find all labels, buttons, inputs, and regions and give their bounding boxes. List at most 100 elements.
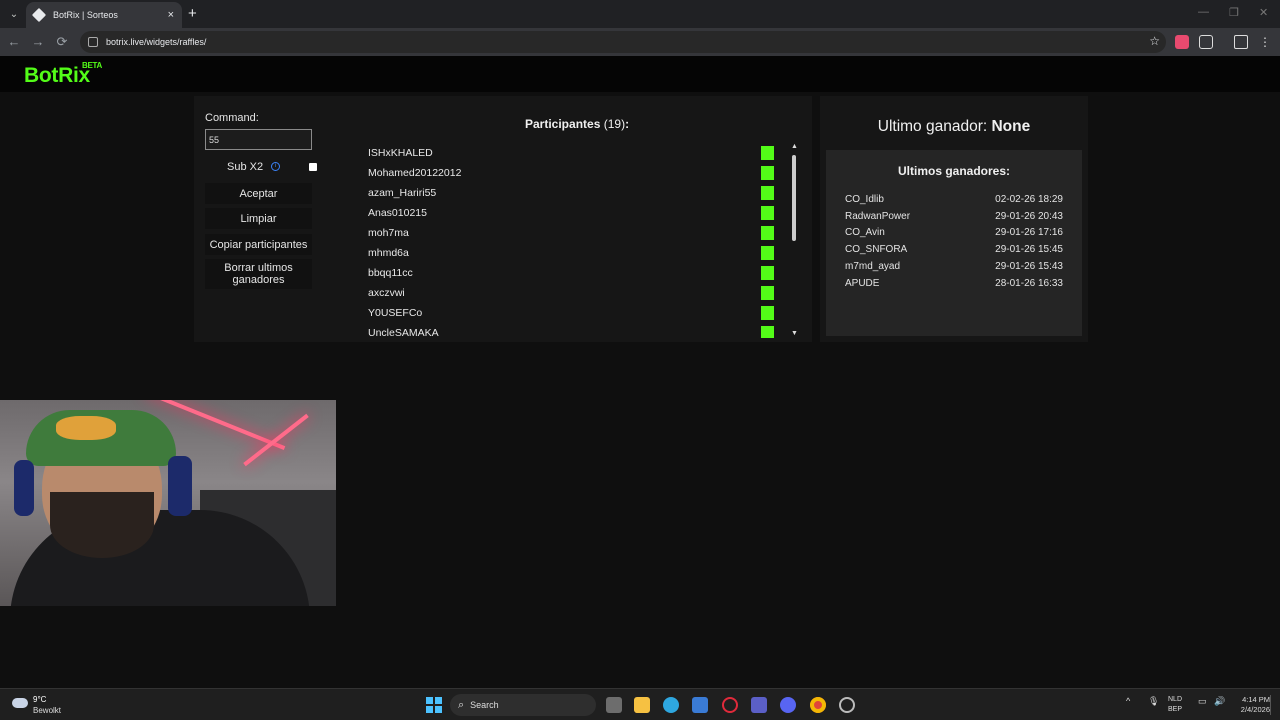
task-view-icon[interactable] <box>606 697 622 713</box>
clear-button[interactable]: Limpiar <box>205 208 312 229</box>
scroll-up-arrow-icon[interactable]: ▲ <box>791 143 798 150</box>
winner-date: 29-01-26 15:45 <box>995 244 1063 256</box>
discord-icon[interactable] <box>780 697 796 713</box>
participant-row[interactable]: mhmd6a <box>352 243 782 263</box>
participants-title: Participantes (19): <box>525 117 629 131</box>
kick-platform-icon <box>761 226 774 240</box>
participant-row[interactable]: azam_Hariri55 <box>352 183 782 203</box>
reload-button[interactable]: ⟳ <box>54 34 70 50</box>
participant-row[interactable]: Mohamed20122012 <box>352 163 782 183</box>
browser-tab[interactable]: BotRix | Sorteos × <box>26 2 182 28</box>
kick-platform-icon <box>761 266 774 280</box>
bookmark-star-icon[interactable]: ☆ <box>1149 34 1160 48</box>
participants-list[interactable]: ISHxKHALED Mohamed20122012 azam_Hariri55 An… <box>352 143 782 338</box>
botrix-logo[interactable]: BotRix BETA <box>24 61 102 88</box>
keyboard-layout: BEP <box>1168 706 1183 713</box>
kick-platform-icon <box>761 326 774 338</box>
info-icon[interactable]: i <box>271 162 280 171</box>
profile-icon[interactable] <box>1234 35 1248 49</box>
participant-name: azam_Hariri55 <box>368 187 437 199</box>
cap-pattern <box>56 416 116 440</box>
opera-icon[interactable] <box>722 697 738 713</box>
winner-date: 29-01-26 20:43 <box>995 210 1063 222</box>
sub-x2-checkbox[interactable] <box>309 163 317 171</box>
tab-list-button[interactable]: ⌄ <box>6 6 22 22</box>
participant-name: axczvwi <box>368 287 405 299</box>
last-winner-heading: Ultimo ganador: None <box>820 118 1088 136</box>
back-button[interactable]: ← <box>6 34 22 49</box>
app-icon[interactable] <box>751 697 767 713</box>
new-tab-button[interactable]: + <box>188 5 197 22</box>
menu-dots-icon[interactable]: ⋮ <box>1258 35 1272 49</box>
system-clock[interactable]: 4:14 PM 2/4/2026 <box>1230 695 1270 715</box>
taskbar-search[interactable]: ⌕ Search <box>450 694 596 716</box>
network-icon[interactable]: ▭ <box>1198 696 1207 707</box>
accept-button[interactable]: Aceptar <box>205 183 312 204</box>
logo-beta-badge: BETA <box>82 61 102 70</box>
clear-winners-button[interactable]: Borrar ultimos ganadores <box>205 259 312 289</box>
participants-scrollbar[interactable]: ▲ ▼ <box>789 143 799 337</box>
language-code: NLD <box>1168 696 1183 703</box>
winner-name: CO_SNFORA <box>845 244 908 256</box>
raffle-panel: Command: Sub X2 i Aceptar Limpiar Copiar… <box>194 96 812 342</box>
kick-platform-icon <box>761 286 774 300</box>
winner-date: 29-01-26 17:16 <box>995 227 1063 239</box>
chrome-icon[interactable] <box>810 697 826 713</box>
winner-name: APUDE <box>845 277 880 289</box>
minimize-button[interactable]: — <box>1198 6 1209 18</box>
kick-platform-icon <box>761 206 774 220</box>
store-icon[interactable] <box>692 697 708 713</box>
scroll-thumb[interactable] <box>792 155 796 241</box>
search-label: Search <box>470 700 499 710</box>
participant-name: UncleSAMAKA <box>368 327 439 338</box>
file-explorer-icon[interactable] <box>634 697 650 713</box>
forward-button[interactable]: → <box>30 34 46 49</box>
weather-condition[interactable]: Bewolkt <box>33 706 61 715</box>
winner-row: CO_Idlib 02-02-26 18:29 <box>845 194 1063 210</box>
participant-row[interactable]: bbqq11cc <box>352 263 782 283</box>
last-winner-value: None <box>991 118 1031 135</box>
participant-row[interactable]: axczvwi <box>352 283 782 303</box>
obs-icon[interactable] <box>839 697 855 713</box>
clock-date: 2/4/2026 <box>1240 705 1270 714</box>
windows-start-icon[interactable] <box>426 697 442 713</box>
kick-platform-icon <box>761 306 774 320</box>
participant-name: mhmd6a <box>368 247 409 259</box>
command-label: Command: <box>205 112 259 124</box>
participant-row[interactable]: UncleSAMAKA <box>352 323 782 338</box>
tab-title: BotRix | Sorteos <box>53 10 118 20</box>
participant-row[interactable]: moh7ma <box>352 223 782 243</box>
participant-name: bbqq11cc <box>368 267 413 279</box>
show-desktop-button[interactable] <box>1270 695 1276 715</box>
scroll-down-arrow-icon[interactable]: ▼ <box>791 330 798 337</box>
tab-close-icon[interactable]: × <box>168 9 174 21</box>
winner-date: 29-01-26 15:43 <box>995 260 1063 272</box>
kick-platform-icon <box>761 186 774 200</box>
command-input[interactable] <box>205 129 312 150</box>
weather-cloud-icon[interactable] <box>12 698 28 708</box>
streamer-beard <box>50 492 154 558</box>
participant-row[interactable]: Anas010215 <box>352 203 782 223</box>
tray-overflow-icon[interactable]: ^ <box>1126 696 1130 706</box>
maximize-button[interactable]: ❐ <box>1229 6 1239 19</box>
copy-participants-button[interactable]: Copiar participantes <box>205 234 312 255</box>
kick-platform-icon <box>761 246 774 260</box>
recent-winners-box: Ultimos ganadores: CO_Idlib 02-02-26 18:2… <box>826 150 1082 336</box>
site-info-icon[interactable] <box>88 37 98 47</box>
extension-icon[interactable] <box>1175 35 1189 49</box>
participant-row[interactable]: ISHxKHALED <box>352 143 782 163</box>
participants-title-text: Participantes <box>525 117 601 131</box>
weather-temp[interactable]: 9°C <box>33 695 46 704</box>
edge-icon[interactable] <box>663 697 679 713</box>
address-bar[interactable]: botrix.live/widgets/raffles/ ☆ <box>80 31 1166 53</box>
winner-row: RadwanPower 29-01-26 20:43 <box>845 211 1063 227</box>
participant-row[interactable]: Y0USEFCo <box>352 303 782 323</box>
microphone-icon[interactable]: 🎙 <box>1148 696 1159 707</box>
participants-count: (19) <box>603 117 626 131</box>
volume-icon[interactable]: 🔊 <box>1214 696 1225 707</box>
extensions-puzzle-icon[interactable] <box>1199 35 1213 49</box>
language-indicator[interactable]: NLD BEP <box>1168 695 1182 715</box>
windows-taskbar: 9°C Bewolkt ⌕ Search ^ 🎙 NLD BEP ▭ 🔊 4:1… <box>0 688 1280 720</box>
winner-row: m7md_ayad 29-01-26 15:43 <box>845 261 1063 277</box>
close-window-button[interactable]: ✕ <box>1259 6 1268 19</box>
